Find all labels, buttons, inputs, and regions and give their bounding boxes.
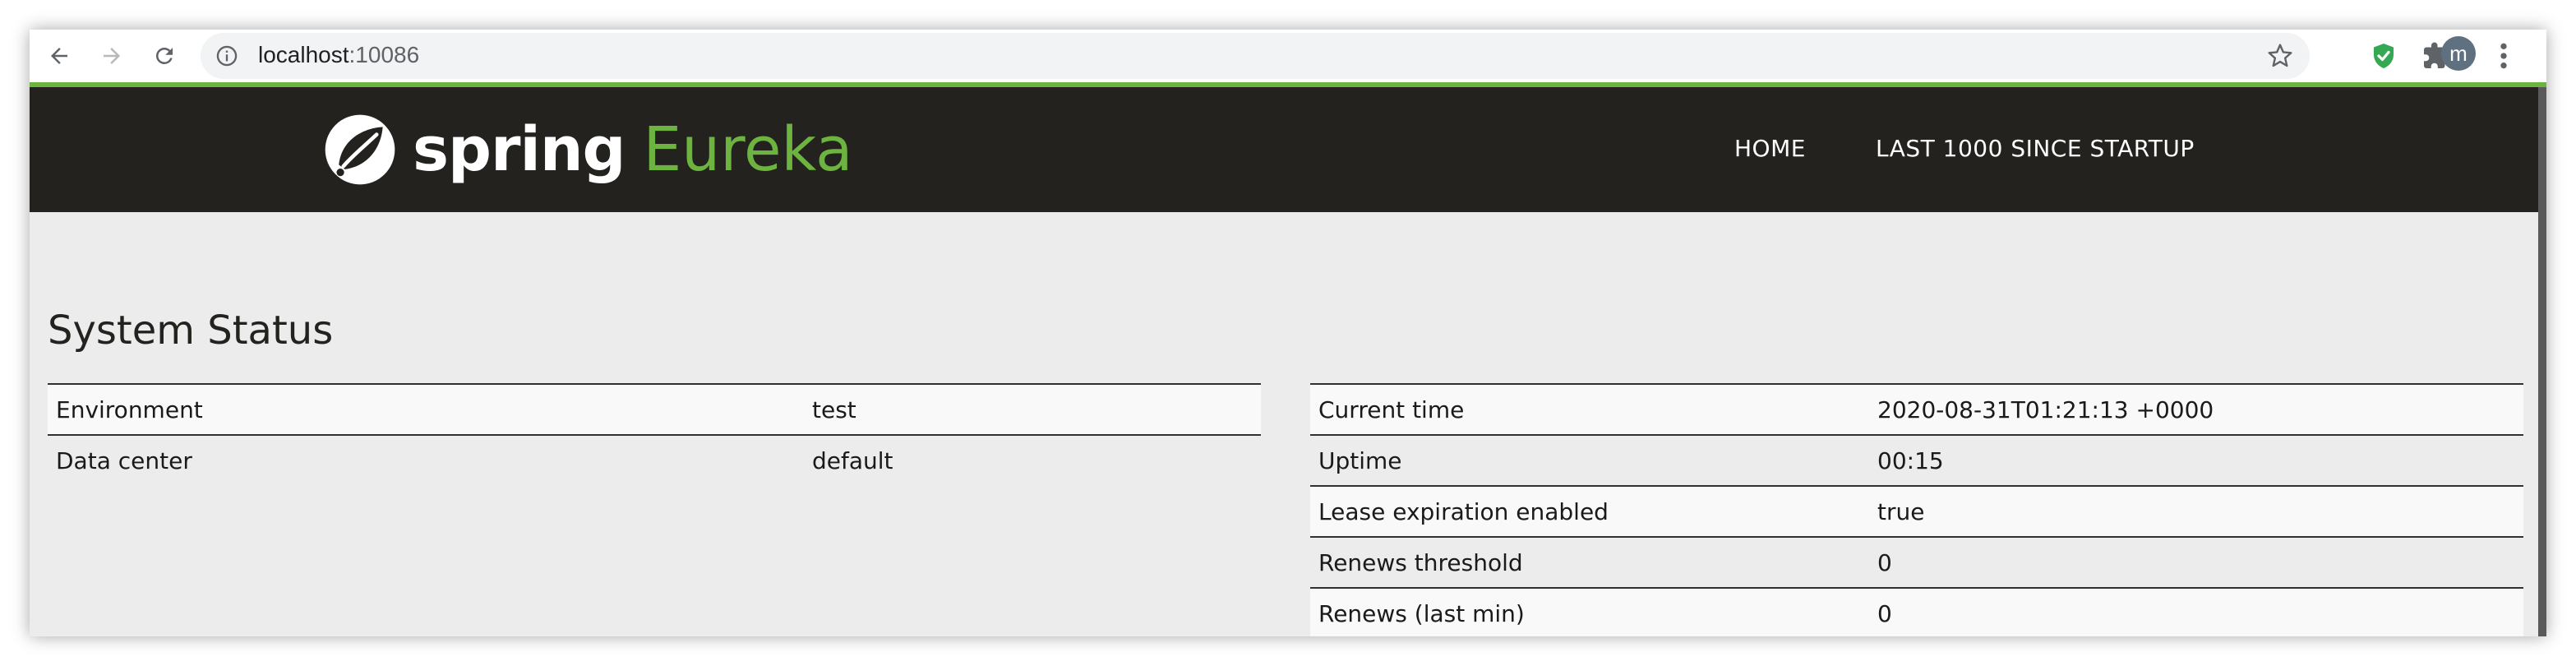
status-value: test [804, 383, 1261, 435]
table-row: Renews threshold 0 [1310, 536, 2523, 588]
status-key: Environment [48, 383, 804, 435]
kebab-menu-icon[interactable] [2495, 39, 2512, 72]
logo-spring-text: spring [413, 114, 626, 185]
url-text: localhost:10086 [258, 42, 419, 68]
back-arrow-icon[interactable] [43, 39, 76, 72]
table-row: Current time 2020-08-31T01:21:13 +0000 [1310, 383, 2523, 435]
logo-eureka-text: Eureka [643, 114, 853, 185]
status-value: 00:15 [1869, 434, 2523, 486]
address-bar[interactable]: localhost:10086 [201, 33, 2310, 79]
status-value: 2020-08-31T01:21:13 +0000 [1869, 383, 2523, 435]
status-key: Data center [48, 434, 804, 485]
url-host: localhost [258, 42, 349, 67]
shield-check-icon[interactable] [2369, 41, 2398, 71]
page-scrollbar[interactable] [2538, 87, 2546, 636]
table-row: Environment test [48, 383, 1261, 435]
table-row: Data center default [48, 434, 1261, 485]
system-status-title: System Status [48, 308, 334, 354]
status-value: 0 [1869, 587, 2523, 636]
table-row: Uptime 00:15 [1310, 434, 2523, 486]
reload-icon[interactable] [148, 39, 181, 72]
table-row: Lease expiration enabled true [1310, 485, 2523, 537]
system-status-right-table: Current time 2020-08-31T01:21:13 +0000 U… [1310, 383, 2523, 636]
url-port: :10086 [349, 42, 420, 67]
forward-arrow-icon[interactable] [95, 39, 128, 72]
status-value: default [804, 434, 1261, 485]
nav-last-1000-link[interactable]: LAST 1000 SINCE STARTUP [1876, 135, 2195, 162]
browser-window: localhost:10086 m spring Eureka HOME LAS… [30, 30, 2546, 636]
status-value: 0 [1869, 536, 2523, 588]
system-status-left-table: Environment test Data center default [48, 383, 1261, 485]
star-icon[interactable] [2267, 43, 2293, 69]
status-key: Uptime [1310, 434, 1869, 486]
status-key: Renews (last min) [1310, 587, 1869, 636]
status-key: Lease expiration enabled [1310, 485, 1869, 537]
browser-toolbar: localhost:10086 m [30, 30, 2546, 87]
table-row: Renews (last min) 0 [1310, 587, 2523, 636]
status-key: Renews threshold [1310, 536, 1869, 588]
nav-home-link[interactable]: HOME [1734, 135, 1806, 162]
spring-leaf-icon [325, 114, 395, 185]
spring-eureka-logo[interactable]: spring Eureka [322, 110, 852, 189]
status-value: true [1869, 485, 2523, 537]
eureka-navbar: spring Eureka HOME LAST 1000 SINCE START… [30, 87, 2538, 212]
status-key: Current time [1310, 383, 1869, 435]
info-icon[interactable] [215, 44, 238, 67]
profile-avatar[interactable]: m [2441, 36, 2476, 71]
